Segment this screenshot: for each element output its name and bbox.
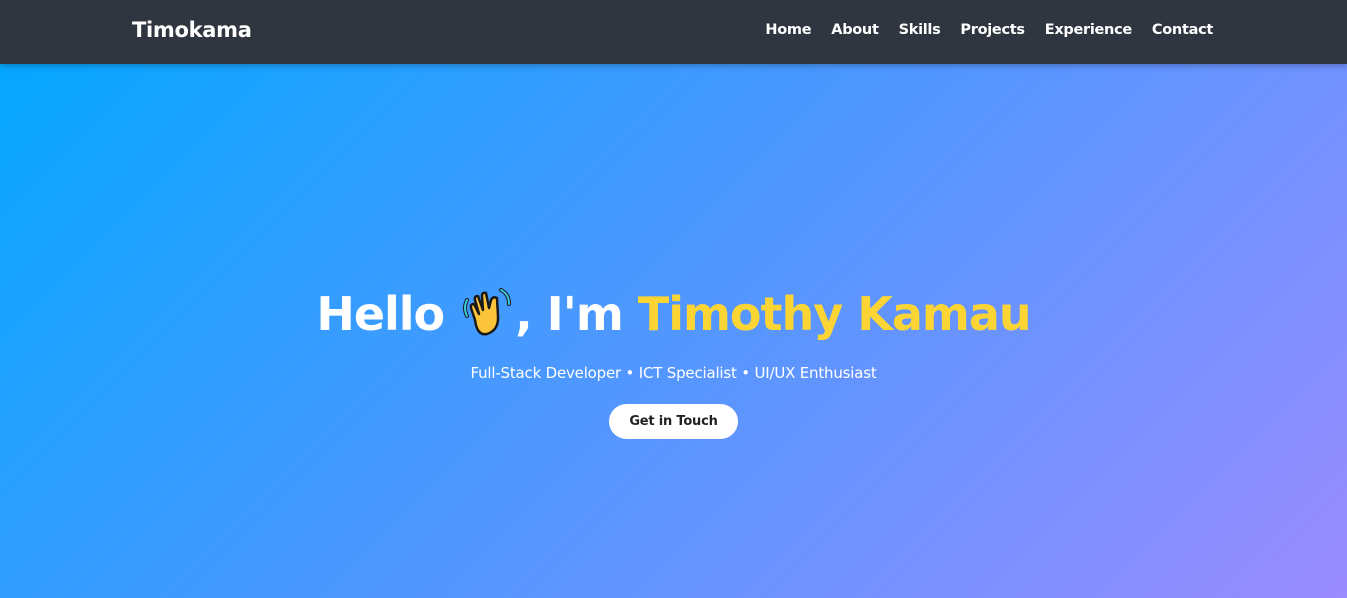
- hero-section: Hello , I'm Timothy Kamau Full-Stack Dev…: [0, 282, 1347, 439]
- nav-link-about[interactable]: About: [831, 22, 879, 38]
- hero-heading: Hello , I'm Timothy Kamau: [0, 282, 1347, 346]
- hero-subtitle: Full-Stack Developer • ICT Specialist • …: [470, 364, 877, 382]
- nav-link-contact[interactable]: Contact: [1152, 22, 1213, 38]
- nav-link-experience[interactable]: Experience: [1045, 22, 1132, 38]
- hero-name: Timothy Kamau: [637, 287, 1032, 341]
- top-navbar: Timokama Home About Skills Projects Expe…: [0, 0, 1347, 64]
- waving-hand-icon: [461, 286, 513, 338]
- site-logo[interactable]: Timokama: [132, 18, 252, 42]
- nav-links: Home About Skills Projects Experience Co…: [765, 22, 1213, 38]
- nav-link-home[interactable]: Home: [765, 22, 811, 38]
- nav-link-skills[interactable]: Skills: [899, 22, 941, 38]
- get-in-touch-button[interactable]: Get in Touch: [609, 404, 738, 439]
- nav-link-projects[interactable]: Projects: [960, 22, 1025, 38]
- greeting-text: Hello: [316, 287, 445, 341]
- intro-text: , I'm: [515, 287, 624, 341]
